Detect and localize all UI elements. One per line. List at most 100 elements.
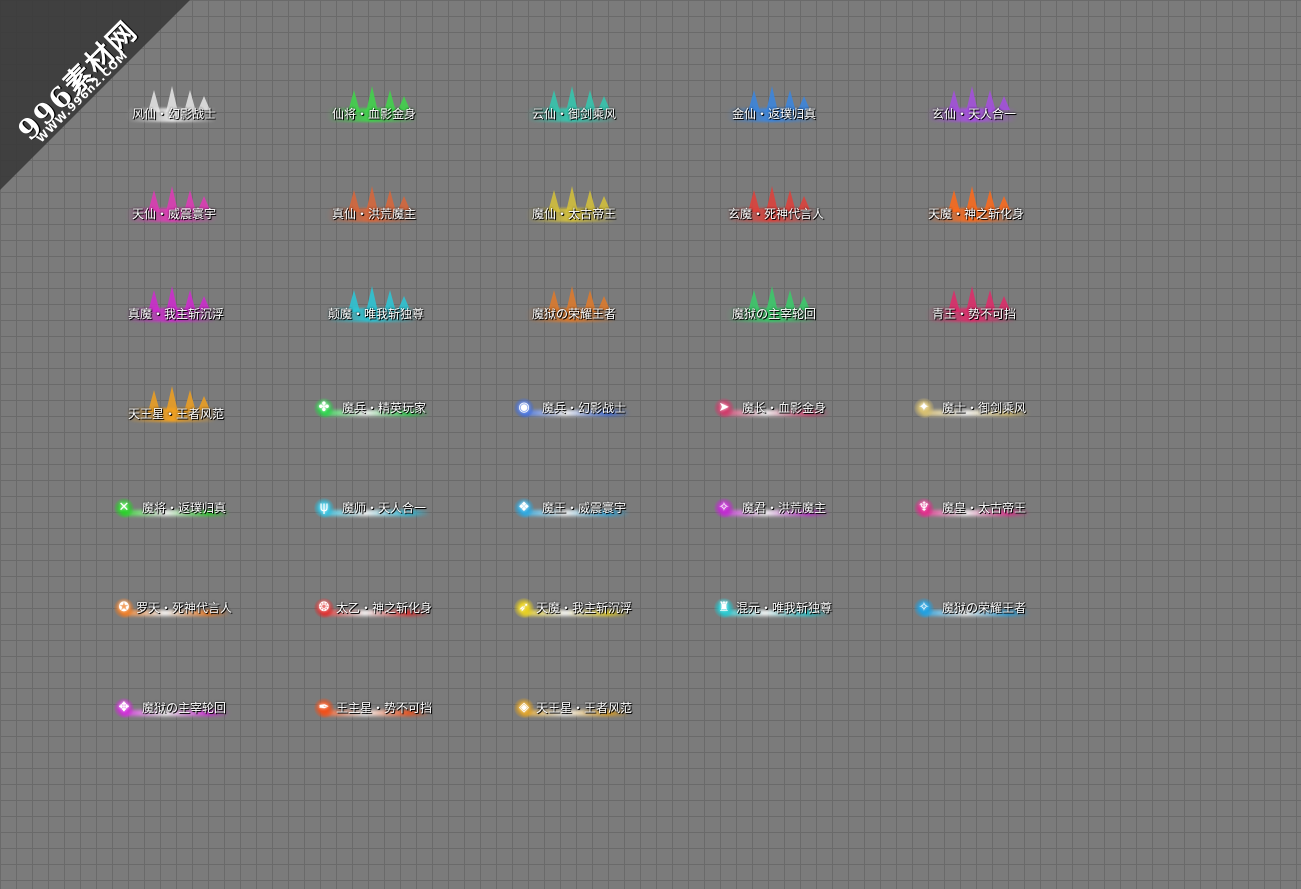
emblem-icon: ♜ (714, 598, 734, 618)
title-badge-cell: ✥ 魔狱の主宰轮回 (110, 680, 310, 780)
emblem-title-bar: ✦ 魔士・御剑乘风 (914, 398, 1030, 420)
emblem-title-bar: ❂ 太乙・神之斩化身 (314, 598, 433, 620)
emblem-title-bar: ♆ 魔皇・太古帝王 (914, 498, 1030, 520)
title-label: 天魔・神之斩化身 (928, 207, 1025, 221)
title-label: 颠魔・唯我斩独尊 (328, 307, 425, 321)
title-badge-cell: 玄仙・天人合一 (910, 80, 1110, 180)
emblem-title-bar: ✒ 王主星・势不可挡 (314, 698, 433, 720)
flame-title-badge: 风仙・幻影战士 (126, 86, 218, 126)
emblem-icon: ◉ (514, 398, 534, 418)
title-badge-cell: ❖ 魔王・威震寰宇 (510, 480, 710, 580)
title-badge-cell: ✧ 魔狱の荣耀王者 (910, 580, 1110, 680)
emblem-title-bar: ♜ 混元・唯我斩独尊 (714, 598, 833, 620)
emblem-icon: ✦ (914, 398, 934, 418)
flame-title-badge: 魔狱の主宰轮回 (726, 286, 818, 326)
title-badge-cell: ❂ 太乙・神之斩化身 (310, 580, 510, 680)
emblem-title-bar: ✧ 魔狱の荣耀王者 (914, 598, 1030, 620)
title-badge-cell: 天仙・威震寰宇 (110, 180, 310, 280)
emblem-icon: ✧ (914, 598, 934, 618)
title-label: 魔狱の主宰轮回 (731, 307, 816, 321)
title-label: 真仙・洪荒魔主 (331, 207, 416, 221)
title-label: 风仙・幻影战士 (131, 107, 216, 121)
emblem-icon: ❂ (314, 598, 334, 618)
emblem-icon: ψ (314, 498, 334, 518)
title-badge-cell: ✦ 魔士・御剑乘风 (910, 380, 1110, 480)
flame-title-badge: 魔狱の荣耀王者 (526, 286, 618, 326)
emblem-title-bar: ✧ 魔君・洪荒魔主 (714, 498, 830, 520)
title-grid: 风仙・幻影战士 仙将・血影金身 云仙・御剑乘风 金仙・返璞归真 玄仙・天人合一天仙・威震… (110, 80, 1110, 780)
emblem-icon: ✒ (314, 698, 334, 718)
title-label: 魔兵・幻影战士 (541, 401, 626, 415)
title-label: 玄仙・天人合一 (931, 107, 1016, 121)
flame-title-badge: 天仙・威震寰宇 (126, 186, 218, 226)
title-label: 混元・唯我斩独尊 (736, 601, 833, 615)
emblem-title-bar: ❖ 魔王・威震寰宇 (514, 498, 630, 520)
emblem-icon: ♆ (914, 498, 934, 518)
flame-title-badge: 仙将・血影金身 (326, 86, 418, 126)
flame-title-badge: 玄魔・死神代言人 (726, 186, 824, 226)
title-label: 魔兵・精英玩家 (341, 401, 426, 415)
title-label: 魔君・洪荒魔主 (741, 501, 826, 515)
title-label: 仙将・血影金身 (331, 107, 416, 121)
emblem-icon: ✪ (114, 598, 134, 618)
title-badge-cell: ✕ 魔将・返璞归真 (110, 480, 310, 580)
title-badge-cell: ψ 魔师・天人合一 (310, 480, 510, 580)
title-label: 魔士・御剑乘风 (941, 401, 1026, 415)
title-badge-cell: ✤ 魔兵・精英玩家 (310, 380, 510, 480)
emblem-icon: ✤ (314, 398, 334, 418)
title-label: 王主星・势不可挡 (336, 701, 433, 715)
title-badge-cell: ✪ 罗天・死神代言人 (110, 580, 310, 680)
title-badge-cell: ✧ 魔君・洪荒魔主 (710, 480, 910, 580)
flame-title-badge: 玄仙・天人合一 (926, 86, 1018, 126)
title-badge-cell: 天王星・王者风范 (110, 380, 310, 480)
title-badge-cell: 仙将・血影金身 (310, 80, 510, 180)
emblem-icon: ◈ (514, 698, 534, 718)
title-label: 魔长・血影金身 (741, 401, 826, 415)
title-label: 太乙・神之斩化身 (336, 601, 433, 615)
title-badge-cell: 真魔・我主斩沉浮 (110, 280, 310, 380)
title-label: 真魔・我主斩沉浮 (128, 307, 225, 321)
title-label: 魔皇・太古帝王 (941, 501, 1026, 515)
emblem-icon: ✕ (114, 498, 134, 518)
title-badge-cell: 真仙・洪荒魔主 (310, 180, 510, 280)
title-label: 魔狱の主宰轮回 (141, 701, 226, 715)
title-badge-cell: 魔狱の荣耀王者 (510, 280, 710, 380)
title-badge-cell: 颠魔・唯我斩独尊 (310, 280, 510, 380)
title-badge-cell: ➶ 天魔・我主斩沉浮 (510, 580, 710, 680)
title-label: 魔师・天人合一 (341, 501, 426, 515)
title-label: 天王星・王者风范 (536, 701, 633, 715)
emblem-icon: ➤ (714, 398, 734, 418)
emblem-title-bar: ✕ 魔将・返璞归真 (114, 498, 230, 520)
emblem-icon: ✧ (714, 498, 734, 518)
flame-title-badge: 真仙・洪荒魔主 (326, 186, 418, 226)
flame-title-badge: 天王星・王者风范 (126, 386, 224, 426)
emblem-title-bar: ✤ 魔兵・精英玩家 (314, 398, 430, 420)
title-badge-cell: ✒ 王主星・势不可挡 (310, 680, 510, 780)
emblem-icon: ✥ (114, 698, 134, 718)
title-label: 天魔・我主斩沉浮 (536, 601, 633, 615)
title-label: 魔仙・太古帝王 (531, 207, 616, 221)
emblem-title-bar: ◉ 魔兵・幻影战士 (514, 398, 630, 420)
flame-title-badge: 云仙・御剑乘风 (526, 86, 618, 126)
title-label: 魔狱の荣耀王者 (531, 307, 616, 321)
emblem-icon: ❖ (514, 498, 534, 518)
flame-title-badge: 青王・势不可挡 (926, 286, 1018, 326)
title-label: 魔狱の荣耀王者 (941, 601, 1026, 615)
emblem-title-bar: ➶ 天魔・我主斩沉浮 (514, 598, 633, 620)
title-badge-cell: 青王・势不可挡 (910, 280, 1110, 380)
flame-title-badge: 魔仙・太古帝王 (526, 186, 618, 226)
title-badge-cell: ◉ 魔兵・幻影战士 (510, 380, 710, 480)
title-badge-cell: 云仙・御剑乘风 (510, 80, 710, 180)
title-badge-cell: 魔仙・太古帝王 (510, 180, 710, 280)
emblem-title-bar: ◈ 天王星・王者风范 (514, 698, 633, 720)
title-badge-cell: ♜ 混元・唯我斩独尊 (710, 580, 910, 680)
title-badge-cell: 魔狱の主宰轮回 (710, 280, 910, 380)
flame-title-badge: 天魔・神之斩化身 (926, 186, 1025, 226)
title-label: 魔将・返璞归真 (141, 501, 226, 515)
title-label: 罗天・死神代言人 (136, 601, 233, 615)
title-badge-cell: 金仙・返璞归真 (710, 80, 910, 180)
title-label: 魔王・威震寰宇 (541, 501, 626, 515)
emblem-title-bar: ✥ 魔狱の主宰轮回 (114, 698, 230, 720)
emblem-title-bar: ➤ 魔长・血影金身 (714, 398, 830, 420)
flame-title-badge: 金仙・返璞归真 (726, 86, 818, 126)
